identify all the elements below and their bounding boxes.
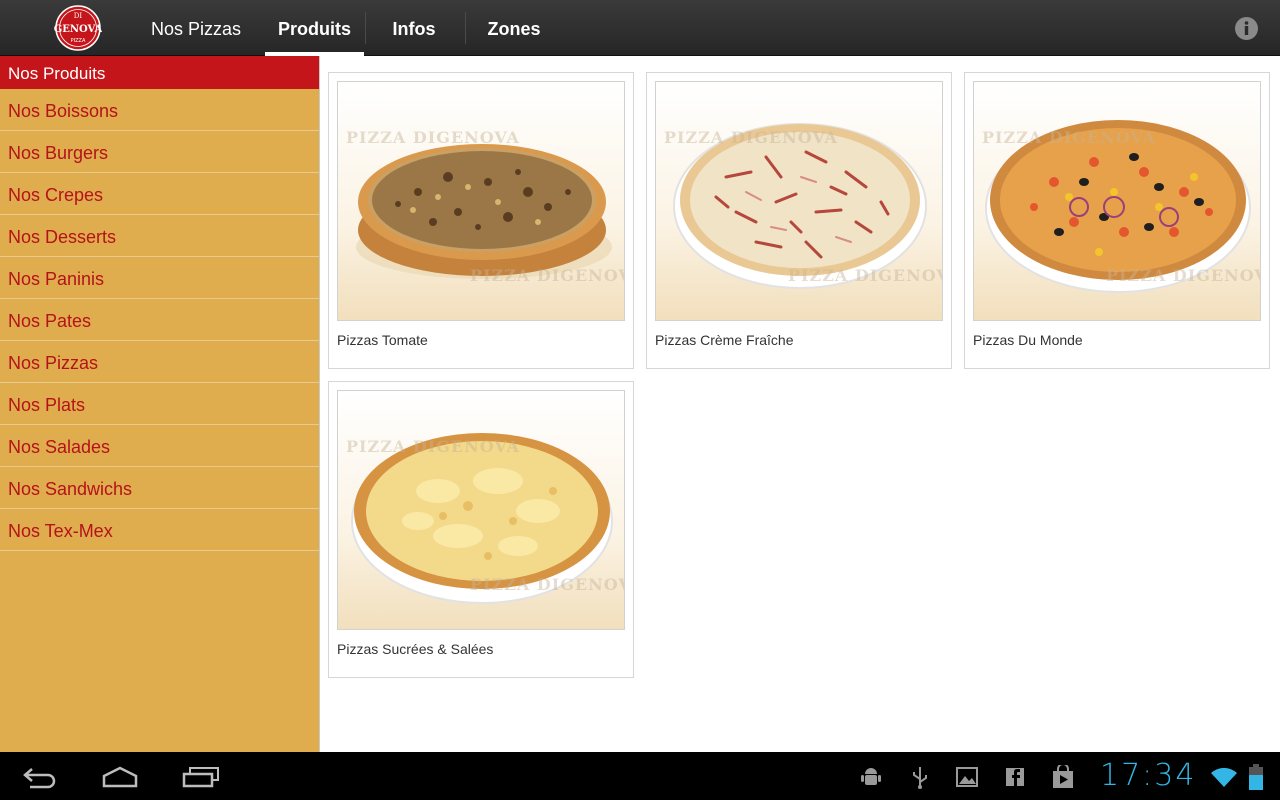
logo-text-pizza: PIZZA	[71, 38, 86, 44]
product-card-pizzas-creme-fraiche[interactable]: PIZZA DIGENOVA PIZZA DIGENOVA Pizzas Crè…	[646, 72, 952, 369]
tab-infos[interactable]: Infos	[366, 0, 462, 56]
usb-icon	[910, 765, 930, 794]
system-nav-bar: 17:34	[0, 752, 1280, 800]
logo-text-di: DI	[74, 12, 83, 20]
battery-icon	[1249, 764, 1263, 795]
play-store-icon	[1052, 763, 1074, 794]
wifi-icon	[1210, 766, 1238, 793]
logo-text-genova: GENOVA	[54, 24, 102, 35]
android-debug-icon	[860, 766, 882, 793]
product-image: PIZZA DIGENOVA PIZZA DIGENOVA	[655, 81, 943, 321]
sidebar-item-burgers[interactable]: Nos Burgers	[0, 131, 319, 173]
product-grid: PIZZA DIGENOVA PIZZA DIGENOVA Pizzas Tom…	[320, 56, 1280, 752]
product-card-pizzas-sucrees-salees[interactable]: PIZZA DIGENOVA PIZZA DIGENOVA Pizzas Suc…	[328, 381, 634, 678]
watermark: PIZZA DIGENOVA	[346, 128, 520, 147]
info-icon[interactable]	[1234, 16, 1259, 41]
action-bar: DI GENOVA PIZZA Nos Pizzas Produits Info…	[0, 0, 1280, 56]
product-label: Pizzas Tomate	[337, 332, 428, 348]
product-image: PIZZA DIGENOVA PIZZA DIGENOVA	[337, 390, 625, 630]
watermark: PIZZA DIGENOVA	[982, 128, 1156, 147]
tab-zones[interactable]: Zones	[466, 0, 562, 56]
watermark: PIZZA DIGENOVA	[470, 266, 624, 285]
product-image: PIZZA DIGENOVA PIZZA DIGENOVA	[337, 81, 625, 321]
app-logo[interactable]: DI GENOVA PIZZA	[54, 5, 103, 51]
sidebar-item-salades[interactable]: Nos Salades	[0, 425, 319, 467]
gallery-icon	[956, 767, 978, 792]
sidebar-item-tex-mex[interactable]: Nos Tex-Mex	[0, 509, 319, 551]
watermark: PIZZA DIGENOVA	[1106, 266, 1260, 285]
sidebar-item-crepes[interactable]: Nos Crepes	[0, 173, 319, 215]
tab-label: Produits	[277, 19, 351, 39]
tab-nos-pizzas[interactable]: Nos Pizzas	[134, 0, 258, 56]
status-clock: 17:34	[1100, 758, 1197, 793]
product-image: PIZZA DIGENOVA PIZZA DIGENOVA	[973, 81, 1261, 321]
product-label: Pizzas Crème Fraîche	[655, 332, 794, 348]
watermark: PIZZA DIGENOVA	[664, 128, 838, 147]
sidebar-item-paninis[interactable]: Nos Paninis	[0, 257, 319, 299]
sidebar-header[interactable]: Nos Produits	[0, 56, 319, 89]
product-label: Pizzas Sucrées & Salées	[337, 641, 494, 657]
product-card-pizzas-tomate[interactable]: PIZZA DIGENOVA PIZZA DIGENOVA Pizzas Tom…	[328, 72, 634, 369]
tab-label: Zones	[487, 19, 541, 39]
tab-label: Infos	[392, 19, 436, 39]
recent-apps-icon[interactable]	[182, 766, 220, 793]
sidebar-item-desserts[interactable]: Nos Desserts	[0, 215, 319, 257]
facebook-icon	[1005, 767, 1025, 792]
back-icon[interactable]	[22, 765, 58, 794]
tab-label: Nos Pizzas	[150, 19, 242, 39]
product-label: Pizzas Du Monde	[973, 332, 1083, 348]
sidebar-item-boissons[interactable]: Nos Boissons	[0, 89, 319, 131]
tab-produits[interactable]: Produits	[265, 0, 364, 56]
home-icon[interactable]	[100, 766, 140, 793]
watermark: PIZZA DIGENOVA	[346, 437, 520, 456]
sidebar-item-plats[interactable]: Nos Plats	[0, 383, 319, 425]
watermark: PIZZA DIGENOVA	[788, 266, 942, 285]
sidebar-item-sandwichs[interactable]: Nos Sandwichs	[0, 467, 319, 509]
product-card-pizzas-du-monde[interactable]: PIZZA DIGENOVA PIZZA DIGENOVA Pizzas Du …	[964, 72, 1270, 369]
sidebar-item-pizzas[interactable]: Nos Pizzas	[0, 341, 319, 383]
category-sidebar: Nos Produits Nos Boissons Nos Burgers No…	[0, 56, 319, 752]
sidebar-item-pates[interactable]: Nos Pates	[0, 299, 319, 341]
watermark: PIZZA DIGENOVA	[470, 575, 624, 594]
